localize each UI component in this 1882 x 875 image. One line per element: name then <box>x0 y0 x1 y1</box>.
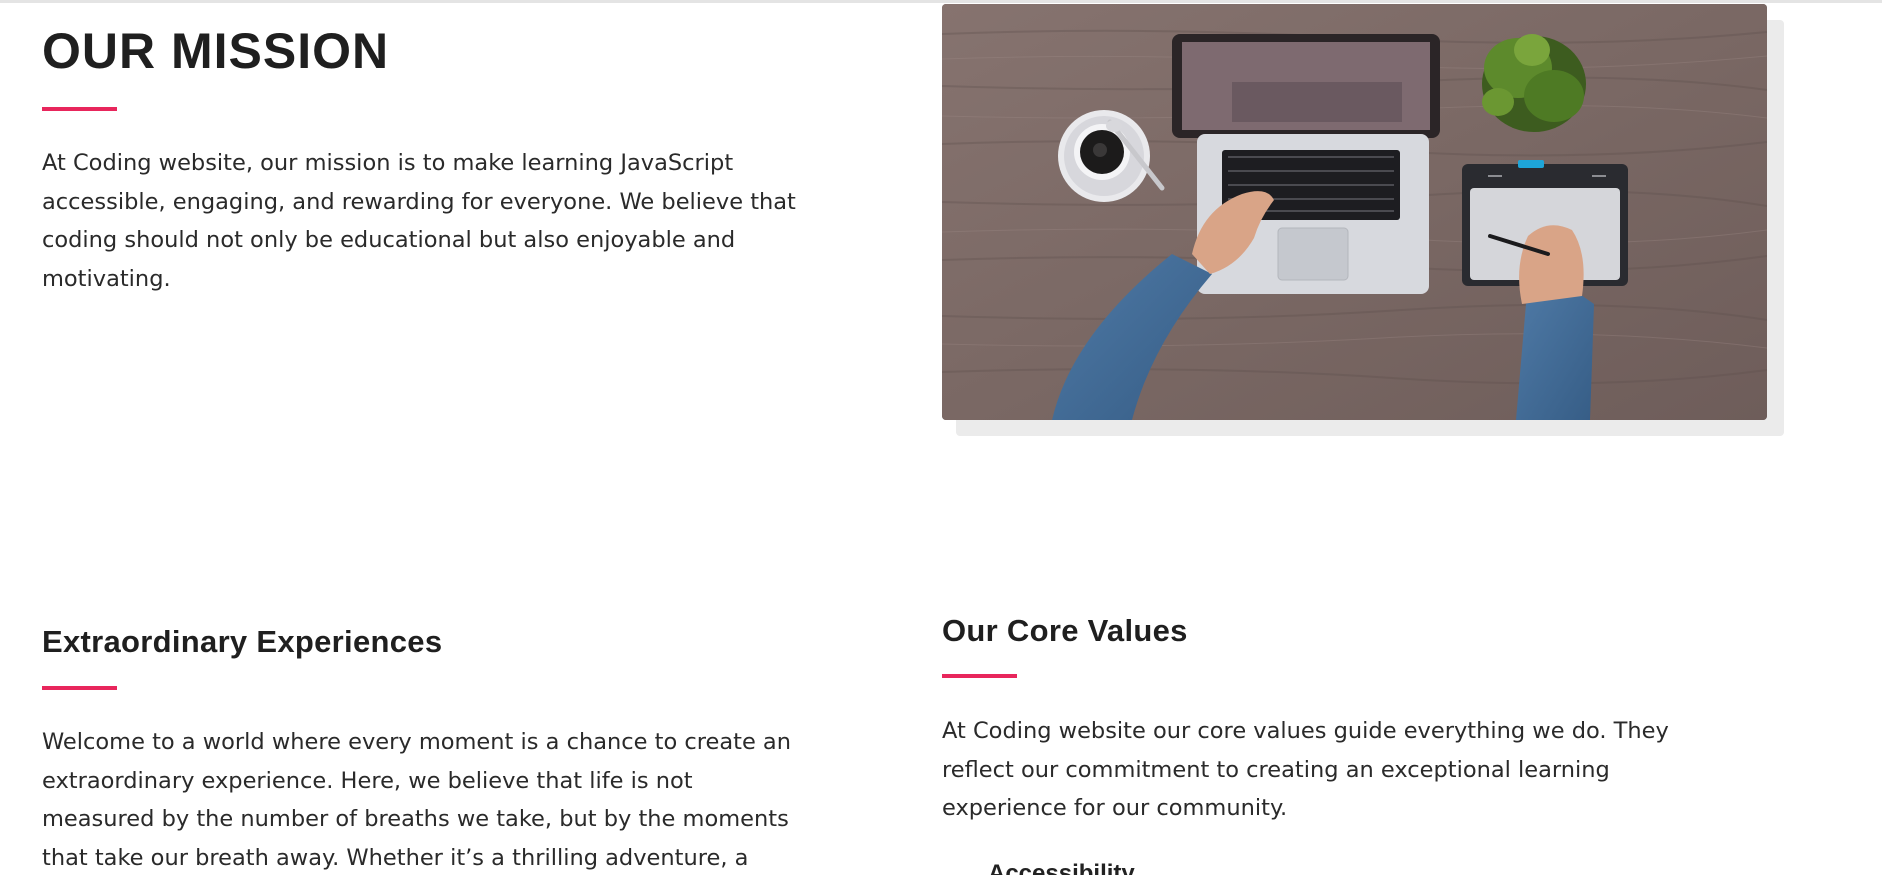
mission-image <box>942 4 1767 420</box>
core-value-label: Accessibility <box>988 860 1135 875</box>
experiences-text: Welcome to a world where every moment is… <box>42 729 791 871</box>
core-values-heading-underline <box>942 674 1017 678</box>
experiences-heading-underline <box>42 686 117 690</box>
core-value-item: Accessibility <box>942 858 1135 875</box>
core-values-text: At Coding website our core values guide … <box>942 718 1669 821</box>
experiences-heading: Extraordinary Experiences <box>42 624 443 659</box>
core-values-list: Accessibility <box>942 858 1135 875</box>
mission-heading: OUR MISSION <box>42 23 390 79</box>
top-divider <box>0 0 1882 3</box>
core-values-heading: Our Core Values <box>942 613 1188 648</box>
mission-heading-underline <box>42 107 117 111</box>
mission-text: At Coding website, our mission is to mak… <box>42 150 796 292</box>
